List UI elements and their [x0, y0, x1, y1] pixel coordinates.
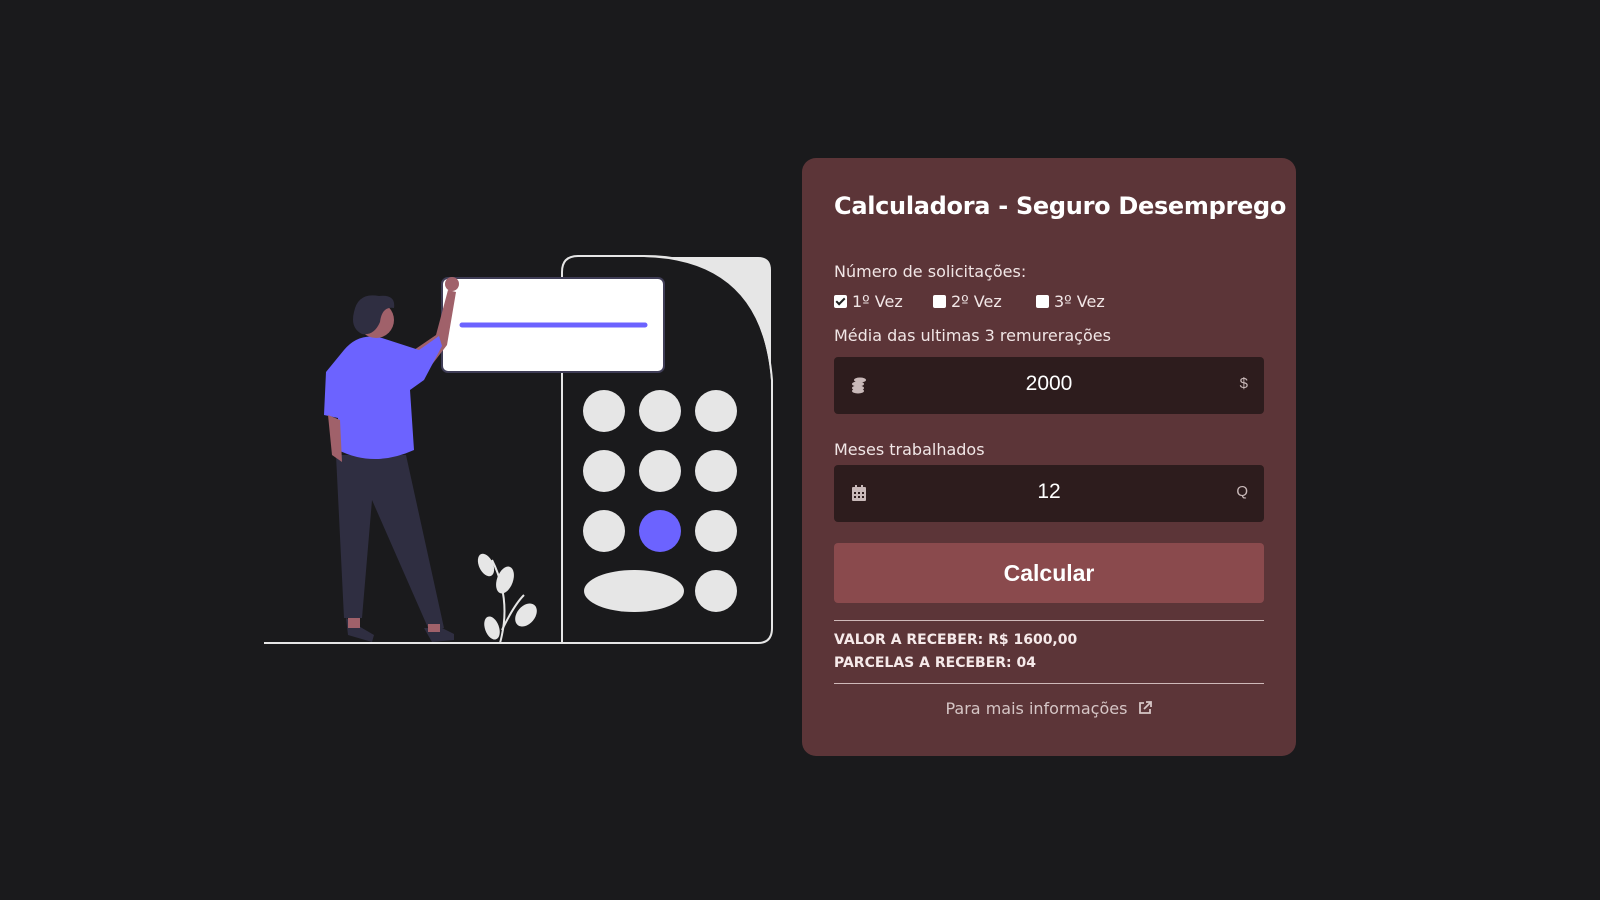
requests-options: 1º Vez 2º Vez 3º Vez: [834, 292, 1105, 311]
more-info-link[interactable]: Para mais informações: [802, 699, 1296, 718]
result-value: VALOR A RECEBER: R$ 1600,00: [834, 632, 1078, 648]
option-first-label: 1º Vez: [852, 292, 903, 311]
option-second[interactable]: 2º Vez: [933, 292, 1036, 311]
option-third-label: 3º Vez: [1054, 292, 1105, 311]
dollar-icon: $: [1239, 375, 1248, 392]
months-value: 12: [1037, 480, 1061, 503]
option-second-label: 2º Vez: [951, 292, 1002, 311]
calculator-card: Calculadora - Seguro Desemprego Número d…: [802, 158, 1296, 756]
checkbox-first[interactable]: [834, 295, 847, 308]
search-icon: Q: [1236, 483, 1248, 500]
result-installments: PARCELAS A RECEBER: 04: [834, 655, 1037, 671]
checkbox-second[interactable]: [933, 295, 946, 308]
calculator-illustration: [264, 255, 773, 644]
calculate-button[interactable]: Calcular: [834, 543, 1264, 603]
salary-input[interactable]: 2000 $: [834, 357, 1264, 414]
salary-label: Média das ultimas 3 remurerações: [834, 326, 1111, 345]
option-first[interactable]: 1º Vez: [834, 292, 933, 311]
requests-label: Número de solicitações:: [834, 262, 1027, 281]
more-info-text: Para mais informações: [945, 699, 1128, 718]
months-input[interactable]: 12 Q: [834, 465, 1264, 522]
card-title: Calculadora - Seguro Desemprego: [834, 192, 1287, 220]
divider-top: [834, 620, 1264, 621]
option-third[interactable]: 3º Vez: [1036, 292, 1105, 311]
months-label: Meses trabalhados: [834, 440, 985, 459]
checkbox-third[interactable]: [1036, 295, 1049, 308]
divider-bottom: [834, 683, 1264, 684]
external-link-icon: [1138, 701, 1152, 714]
salary-value: 2000: [1025, 372, 1073, 395]
